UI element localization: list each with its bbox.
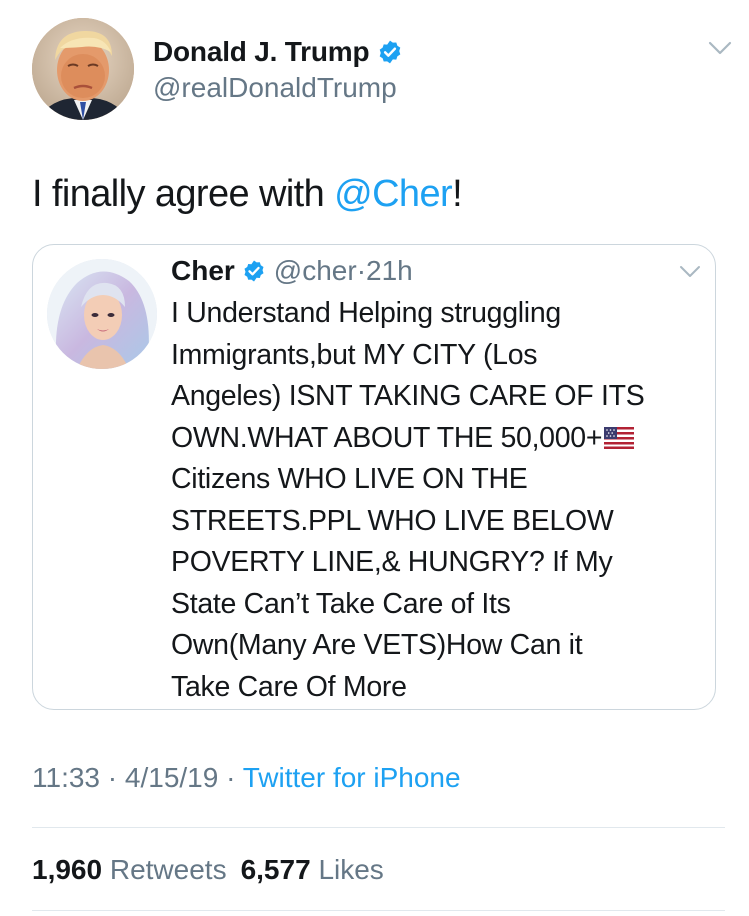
quoted-author-avatar[interactable] xyxy=(47,259,157,369)
divider xyxy=(32,910,725,911)
us-flag-icon xyxy=(604,426,635,449)
quoted-tweet-header: Cher @cher · 21h xyxy=(171,253,413,289)
likes-count: 6,577 xyxy=(240,854,311,885)
tweet-date: 4/15/19 xyxy=(124,762,219,793)
quoted-text-line: STREETS.PPL WHO LIVE BELOW xyxy=(171,504,614,537)
quoted-text-line: OWN.WHAT ABOUT THE 50,000+ xyxy=(171,421,603,454)
retweets-label: Retweets xyxy=(109,854,227,885)
author-handle[interactable]: @realDonaldTrump xyxy=(153,71,403,105)
quoted-tweet-time[interactable]: 21h xyxy=(366,253,413,289)
tweet-header: Donald J. Trump @realDonaldTrump xyxy=(32,18,732,122)
quoted-author-handle[interactable]: @cher xyxy=(274,253,357,289)
quoted-text-line: Own(Many Are VETS)How Can it xyxy=(171,629,583,661)
mention-link[interactable]: @Cher xyxy=(334,173,453,215)
quoted-text-line: Immigrants,but MY CITY (Los xyxy=(171,338,538,371)
tweet-detail: Donald J. Trump @realDonaldTrump I final… xyxy=(0,0,749,916)
quoted-tweet-text: I Understand Helping struggling Immigran… xyxy=(171,293,701,708)
retweets-count: 1,960 xyxy=(32,854,103,885)
retweets-stat[interactable]: 1,960 Retweets xyxy=(32,854,227,885)
quoted-tweet-card[interactable]: Cher @cher · 21h I Understand Helping st… xyxy=(32,244,716,710)
quoted-text-line: POVERTY LINE,& HUNGRY? If My xyxy=(171,546,613,578)
tweet-text-before: I finally agree with xyxy=(32,173,335,215)
meta-separator: · xyxy=(218,762,243,793)
author-name-row[interactable]: Donald J. Trump xyxy=(153,35,403,69)
tweet-stats: 1,960 Retweets 6,577 Likes xyxy=(32,852,384,888)
quoted-text-line: Citizens WHO LIVE ON THE xyxy=(171,463,528,495)
quoted-text-line: I Understand Helping struggling xyxy=(171,297,561,329)
quoted-text-line: Angeles) ISNT TAKING CARE OF ITS xyxy=(171,380,645,412)
verified-badge-icon xyxy=(244,260,264,282)
likes-label: Likes xyxy=(318,854,384,885)
tweet-time: 11:33 xyxy=(32,762,100,793)
author-display-name[interactable]: Donald J. Trump xyxy=(153,35,370,69)
tweet-text-after: ! xyxy=(452,173,463,215)
tweet-source-link[interactable]: Twitter for iPhone xyxy=(243,762,461,793)
quoted-text-line: Take Care Of More xyxy=(171,670,407,703)
verified-badge-icon xyxy=(380,40,401,64)
trump-avatar-image xyxy=(32,18,134,120)
meta-separator: · xyxy=(100,762,125,793)
cher-avatar-image xyxy=(47,259,157,369)
divider xyxy=(32,827,725,828)
quoted-meta-separator: · xyxy=(356,255,367,286)
author-avatar[interactable] xyxy=(32,18,134,120)
tweet-meta: 11:33 · 4/15/19 · Twitter for iPhone xyxy=(32,760,461,796)
tweet-text: I finally agree with @Cher! xyxy=(32,170,463,218)
quoted-text-line: State Can’t Take Care of Its xyxy=(171,587,511,620)
quoted-text-line-with-flag: OWN.WHAT ABOUT THE 50,000+ xyxy=(171,418,701,460)
quoted-author-name[interactable]: Cher xyxy=(171,253,235,289)
likes-stat[interactable]: 6,577 Likes xyxy=(241,854,384,885)
chevron-down-icon[interactable] xyxy=(708,40,732,56)
chevron-down-icon[interactable] xyxy=(679,265,701,279)
author-block: Donald J. Trump @realDonaldTrump xyxy=(153,35,403,105)
